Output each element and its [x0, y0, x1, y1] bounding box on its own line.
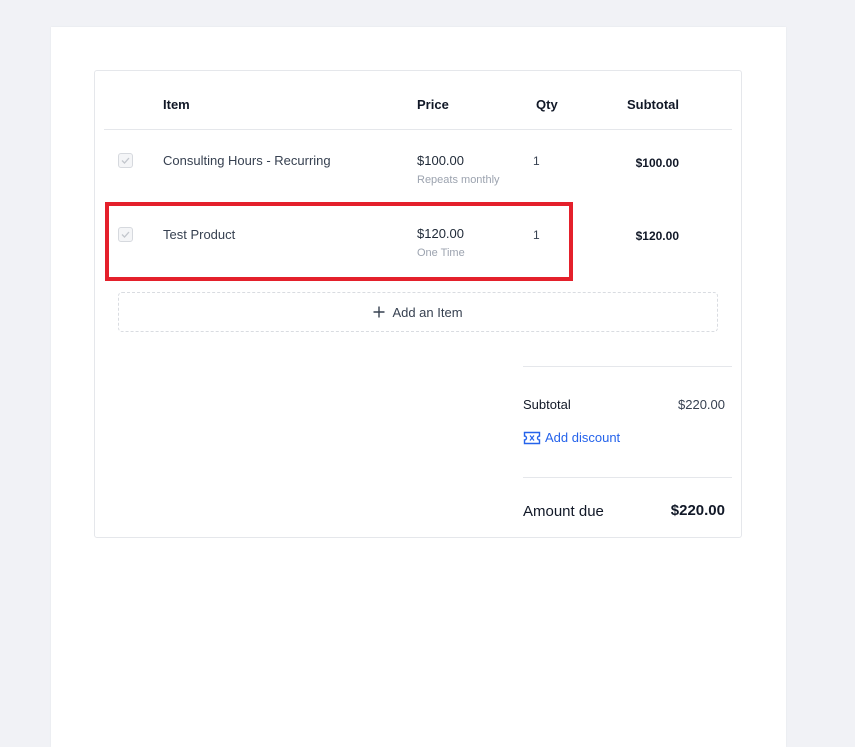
- summary-divider: [523, 477, 732, 478]
- item-name: Consulting Hours - Recurring: [163, 153, 331, 168]
- summary-divider: [523, 366, 732, 367]
- item-billing-frequency: Repeats monthly: [417, 174, 500, 186]
- item-quantity: 1: [533, 228, 540, 242]
- add-discount-label: Add discount: [545, 430, 621, 445]
- column-header-qty: Qty: [536, 97, 558, 112]
- table-row: Consulting Hours - Recurring $100.00 Rep…: [95, 130, 741, 200]
- amount-due-label: Amount due: [523, 503, 604, 520]
- item-quantity: 1: [533, 154, 540, 168]
- item-price: $100.00: [417, 153, 464, 168]
- check-icon: [121, 157, 130, 164]
- invoice-card: Item Price Qty Subtotal Consulting Hours…: [51, 27, 786, 747]
- line-items-panel: Item Price Qty Subtotal Consulting Hours…: [94, 70, 742, 538]
- ticket-icon: [523, 431, 541, 445]
- add-discount-link[interactable]: Add discount: [523, 430, 620, 445]
- item-name: Test Product: [163, 227, 236, 242]
- item-subtotal: $100.00: [635, 156, 679, 170]
- column-header-item: Item: [163, 97, 190, 112]
- column-header-price: Price: [417, 97, 449, 112]
- table-row: Test Product $120.00 One Time 1 $120.00: [95, 204, 741, 274]
- row-checkbox[interactable]: [118, 227, 133, 242]
- item-subtotal: $120.00: [635, 229, 679, 243]
- add-item-button[interactable]: Add an Item: [118, 292, 718, 332]
- plus-icon: [373, 306, 385, 318]
- subtotal-label: Subtotal: [523, 397, 571, 412]
- add-item-label: Add an Item: [392, 304, 463, 320]
- column-header-subtotal: Subtotal: [627, 97, 679, 112]
- amount-due-value: $220.00: [670, 502, 725, 519]
- row-checkbox[interactable]: [118, 153, 133, 168]
- check-icon: [121, 231, 130, 238]
- item-price: $120.00: [417, 226, 464, 241]
- subtotal-value: $220.00: [678, 397, 725, 412]
- item-billing-frequency: One Time: [417, 247, 465, 259]
